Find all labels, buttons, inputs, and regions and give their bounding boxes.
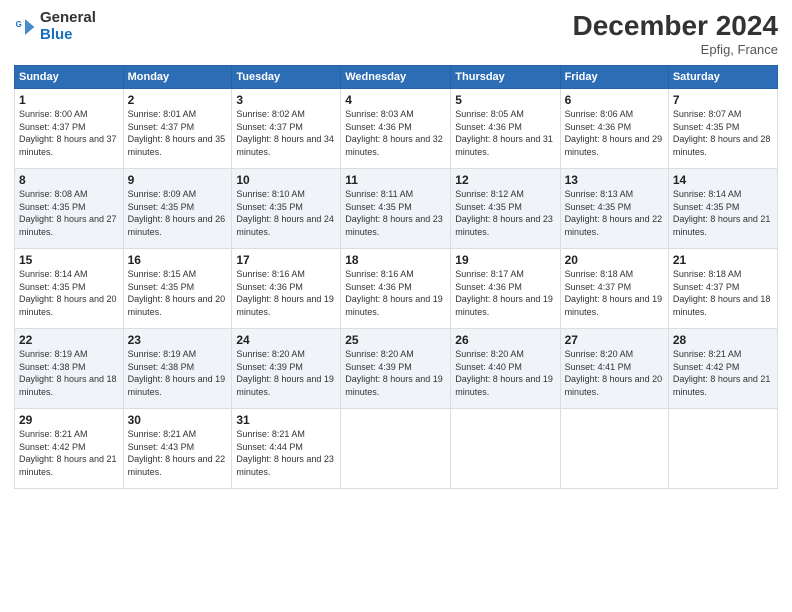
day-13: 13 Sunrise: 8:13 AMSunset: 4:35 PMDaylig… xyxy=(560,169,668,249)
day-2: 2 Sunrise: 8:01 AMSunset: 4:37 PMDayligh… xyxy=(123,89,232,169)
day-30: 30 Sunrise: 8:21 AMSunset: 4:43 PMDaylig… xyxy=(123,409,232,489)
day-29: 29 Sunrise: 8:21 AMSunset: 4:42 PMDaylig… xyxy=(15,409,124,489)
day-18: 18 Sunrise: 8:16 AMSunset: 4:36 PMDaylig… xyxy=(341,249,451,329)
day-28: 28 Sunrise: 8:21 AMSunset: 4:42 PMDaylig… xyxy=(668,329,777,409)
day-22: 22 Sunrise: 8:19 AMSunset: 4:38 PMDaylig… xyxy=(15,329,124,409)
week-3: 15 Sunrise: 8:14 AMSunset: 4:35 PMDaylig… xyxy=(15,249,778,329)
col-monday: Monday xyxy=(123,66,232,89)
day-10: 10 Sunrise: 8:10 AMSunset: 4:35 PMDaylig… xyxy=(232,169,341,249)
day-15: 15 Sunrise: 8:14 AMSunset: 4:35 PMDaylig… xyxy=(15,249,124,329)
day-23: 23 Sunrise: 8:19 AMSunset: 4:38 PMDaylig… xyxy=(123,329,232,409)
col-tuesday: Tuesday xyxy=(232,66,341,89)
col-thursday: Thursday xyxy=(451,66,560,89)
logo-text: General Blue xyxy=(40,10,96,43)
day-27: 27 Sunrise: 8:20 AMSunset: 4:41 PMDaylig… xyxy=(560,329,668,409)
title-block: December 2024 Epfig, France xyxy=(573,10,778,57)
svg-text:G: G xyxy=(16,20,22,29)
day-6: 6 Sunrise: 8:06 AMSunset: 4:36 PMDayligh… xyxy=(560,89,668,169)
day-31: 31 Sunrise: 8:21 AMSunset: 4:44 PMDaylig… xyxy=(232,409,341,489)
day-26: 26 Sunrise: 8:20 AMSunset: 4:40 PMDaylig… xyxy=(451,329,560,409)
day-20: 20 Sunrise: 8:18 AMSunset: 4:37 PMDaylig… xyxy=(560,249,668,329)
day-7: 7 Sunrise: 8:07 AMSunset: 4:35 PMDayligh… xyxy=(668,89,777,169)
calendar-table: Sunday Monday Tuesday Wednesday Thursday… xyxy=(14,65,778,489)
week-4: 22 Sunrise: 8:19 AMSunset: 4:38 PMDaylig… xyxy=(15,329,778,409)
empty-1 xyxy=(341,409,451,489)
page: G General Blue December 2024 Epfig, Fran… xyxy=(0,0,792,612)
location: Epfig, France xyxy=(573,42,778,57)
logo: G General Blue xyxy=(14,10,96,43)
day-12: 12 Sunrise: 8:12 AMSunset: 4:35 PMDaylig… xyxy=(451,169,560,249)
header: G General Blue December 2024 Epfig, Fran… xyxy=(14,10,778,57)
col-wednesday: Wednesday xyxy=(341,66,451,89)
empty-4 xyxy=(668,409,777,489)
day-24: 24 Sunrise: 8:20 AMSunset: 4:39 PMDaylig… xyxy=(232,329,341,409)
day-1: 1 Sunrise: 8:00 AMSunset: 4:37 PMDayligh… xyxy=(15,89,124,169)
empty-3 xyxy=(560,409,668,489)
day-5: 5 Sunrise: 8:05 AMSunset: 4:36 PMDayligh… xyxy=(451,89,560,169)
month-title: December 2024 xyxy=(573,10,778,42)
col-saturday: Saturday xyxy=(668,66,777,89)
day-9: 9 Sunrise: 8:09 AMSunset: 4:35 PMDayligh… xyxy=(123,169,232,249)
logo-icon: G xyxy=(14,16,36,38)
day-4: 4 Sunrise: 8:03 AMSunset: 4:36 PMDayligh… xyxy=(341,89,451,169)
week-2: 8 Sunrise: 8:08 AMSunset: 4:35 PMDayligh… xyxy=(15,169,778,249)
day-8: 8 Sunrise: 8:08 AMSunset: 4:35 PMDayligh… xyxy=(15,169,124,249)
col-friday: Friday xyxy=(560,66,668,89)
day-17: 17 Sunrise: 8:16 AMSunset: 4:36 PMDaylig… xyxy=(232,249,341,329)
day-21: 21 Sunrise: 8:18 AMSunset: 4:37 PMDaylig… xyxy=(668,249,777,329)
day-16: 16 Sunrise: 8:15 AMSunset: 4:35 PMDaylig… xyxy=(123,249,232,329)
week-5: 29 Sunrise: 8:21 AMSunset: 4:42 PMDaylig… xyxy=(15,409,778,489)
day-14: 14 Sunrise: 8:14 AMSunset: 4:35 PMDaylig… xyxy=(668,169,777,249)
day-11: 11 Sunrise: 8:11 AMSunset: 4:35 PMDaylig… xyxy=(341,169,451,249)
day-25: 25 Sunrise: 8:20 AMSunset: 4:39 PMDaylig… xyxy=(341,329,451,409)
day-3: 3 Sunrise: 8:02 AMSunset: 4:37 PMDayligh… xyxy=(232,89,341,169)
col-sunday: Sunday xyxy=(15,66,124,89)
empty-2 xyxy=(451,409,560,489)
week-1: 1 Sunrise: 8:00 AMSunset: 4:37 PMDayligh… xyxy=(15,89,778,169)
calendar-header-row: Sunday Monday Tuesday Wednesday Thursday… xyxy=(15,66,778,89)
day-19: 19 Sunrise: 8:17 AMSunset: 4:36 PMDaylig… xyxy=(451,249,560,329)
